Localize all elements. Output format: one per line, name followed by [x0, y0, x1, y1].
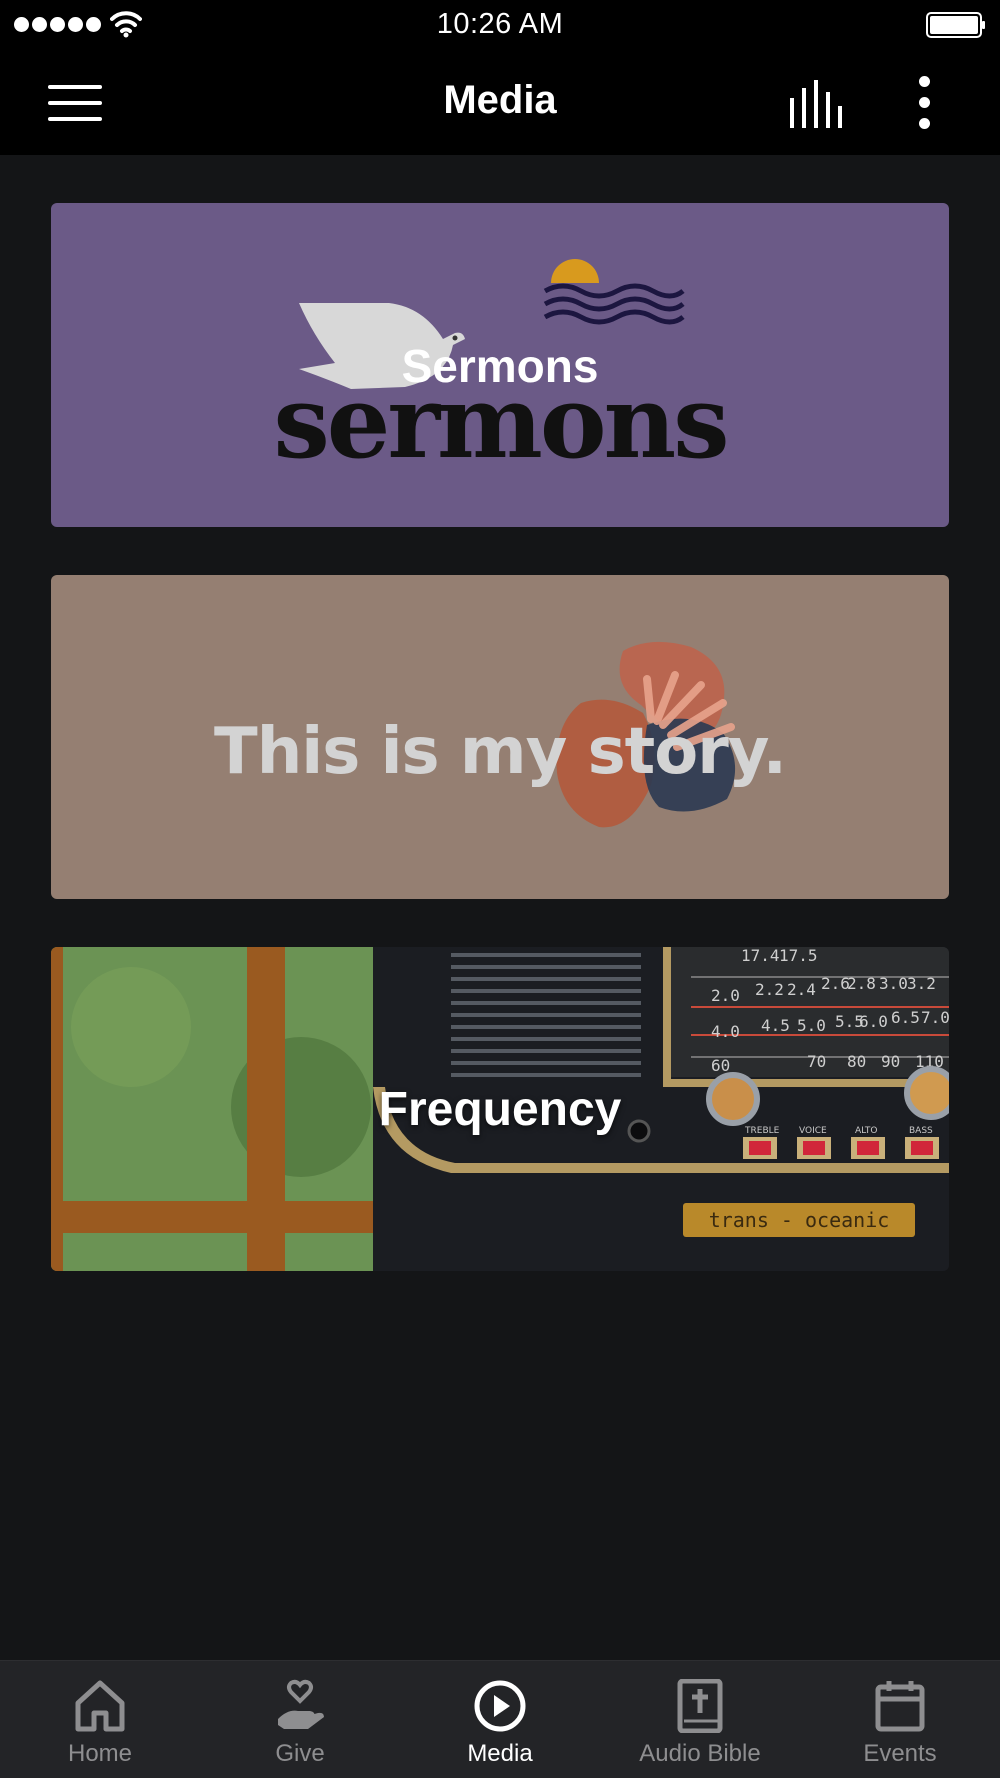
calendar-icon: [875, 1681, 925, 1732]
svg-text:2.6: 2.6: [821, 974, 850, 993]
svg-text:2.8: 2.8: [847, 974, 876, 993]
svg-text:2.0: 2.0: [711, 986, 740, 1005]
svg-text:7.0: 7.0: [921, 1008, 949, 1027]
nav-label: Give: [275, 1740, 325, 1767]
status-bar: 10:26 AM: [0, 0, 1000, 50]
svg-text:3.2: 3.2: [907, 974, 936, 993]
bottom-nav: Home Give Media Audio Bible Events: [0, 1660, 1000, 1778]
status-time: 10:26 AM: [436, 8, 564, 40]
svg-text:6.0: 6.0: [859, 1012, 888, 1031]
nav-item-home[interactable]: Home: [0, 1661, 200, 1778]
card-title: Sermons: [401, 340, 599, 392]
nav-label: Events: [863, 1740, 937, 1767]
audio-bars-icon[interactable]: [788, 80, 848, 128]
home-icon: [75, 1680, 125, 1732]
media-card-sermons[interactable]: sermons Sermons: [51, 203, 949, 527]
svg-text:6.5: 6.5: [891, 1008, 920, 1027]
media-card-story[interactable]: This is my story.: [51, 575, 949, 899]
app-bar: Media: [0, 50, 1000, 155]
bible-icon: [677, 1679, 723, 1733]
svg-text:2.2: 2.2: [755, 980, 784, 999]
nav-label: Home: [67, 1740, 133, 1767]
give-heart-hand-icon: [278, 1679, 324, 1729]
svg-text:70: 70: [807, 1052, 826, 1071]
nav-item-audio-bible[interactable]: Audio Bible: [600, 1661, 800, 1778]
radio-nameplate: trans - oceanic: [683, 1203, 915, 1237]
svg-text:80: 80: [847, 1052, 866, 1071]
card-title: Frequency: [378, 1083, 622, 1136]
svg-text:3.0: 3.0: [879, 974, 908, 993]
svg-text:60: 60: [711, 1056, 730, 1075]
nav-item-events[interactable]: Events: [800, 1661, 1000, 1778]
svg-text:17.5: 17.5: [779, 947, 818, 965]
nav-label: Audio Bible: [639, 1740, 761, 1767]
media-card-frequency[interactable]: 17.4 17.5 2.0 2.2 2.4 2.6 2.8 3.0 3.2 4.0 4.5 5.…: [51, 947, 949, 1271]
svg-text:5.0: 5.0: [797, 1016, 826, 1035]
svg-text:4.0: 4.0: [711, 1022, 740, 1041]
page-title: Media: [443, 78, 557, 122]
story-artwork-text: This is my story.: [214, 715, 787, 789]
nav-item-media[interactable]: Media: [400, 1661, 600, 1778]
nav-item-give[interactable]: Give: [200, 1661, 400, 1778]
svg-text:4.5: 4.5: [761, 1016, 790, 1035]
svg-text:2.4: 2.4: [787, 980, 816, 999]
play-circle-icon: [474, 1680, 526, 1732]
nav-label: Media: [467, 1740, 533, 1767]
battery-icon: [926, 12, 985, 38]
svg-text:90: 90: [881, 1052, 900, 1071]
svg-text:17.4: 17.4: [741, 947, 780, 965]
more-vertical-icon[interactable]: [912, 76, 936, 130]
